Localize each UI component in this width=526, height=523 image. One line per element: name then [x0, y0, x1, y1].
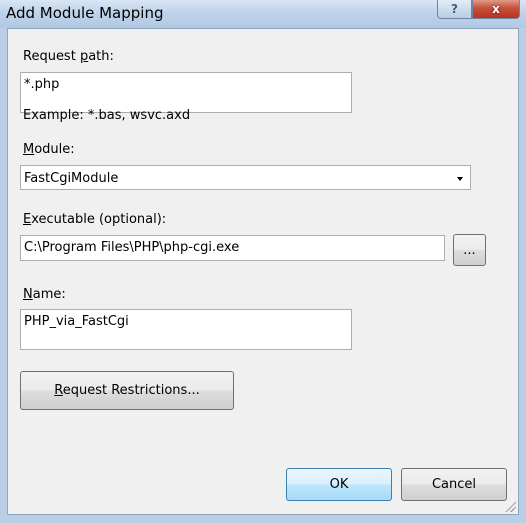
ok-button[interactable]: OK: [286, 468, 392, 501]
resize-grip-icon[interactable]: [504, 500, 516, 512]
browse-button-label: ...: [463, 242, 476, 258]
executable-accesskey: E: [23, 212, 32, 227]
request-path-accesskey: p: [79, 49, 89, 64]
module-accesskey: M: [23, 142, 35, 157]
name-accesskey: N: [23, 287, 33, 302]
ok-button-label: OK: [329, 477, 349, 492]
executable-input[interactable]: C:\Program Files\PHP\php-cgi.exe: [20, 235, 445, 261]
module-select[interactable]: FastCgiModule: [20, 165, 471, 190]
cancel-button[interactable]: Cancel: [401, 468, 507, 501]
executable-value: C:\Program Files\PHP\php-cgi.exe: [24, 240, 240, 255]
name-input[interactable]: PHP_via_FastCgi: [20, 309, 352, 350]
request-path-label-text-end: ath:: [88, 49, 114, 64]
request-path-label-text: Request: [23, 49, 80, 64]
module-selected-value: FastCgiModule: [24, 171, 119, 186]
dialog-body: Request path: *.php Example: *.bas, wsvc…: [7, 28, 519, 515]
request-restrictions-button[interactable]: Request Restrictions...: [20, 371, 234, 410]
request-restrictions-label: Request Restrictions...: [54, 383, 199, 398]
executable-label: Executable (optional):: [23, 212, 166, 227]
request-path-value: *.php: [24, 77, 60, 92]
window-title: Add Module Mapping: [6, 4, 164, 22]
name-label: Name:: [23, 287, 66, 302]
name-value: PHP_via_FastCgi: [24, 314, 129, 329]
request-path-example: Example: *.bas, wsvc.axd: [23, 108, 191, 123]
chevron-down-icon: [457, 177, 463, 181]
executable-label-text: xecutable (optional):: [31, 212, 167, 227]
cancel-button-label: Cancel: [431, 477, 477, 492]
title-bar[interactable]: Add Module Mapping ? x: [0, 0, 526, 28]
close-button[interactable]: x: [472, 0, 520, 19]
request-path-input[interactable]: *.php: [20, 72, 352, 113]
request-path-label: Request path:: [23, 49, 114, 64]
module-label-text: odule:: [34, 142, 75, 157]
name-label-text: ame:: [32, 287, 66, 302]
request-restrictions-accesskey: R: [54, 383, 63, 398]
browse-button[interactable]: ...: [453, 234, 486, 266]
request-restrictions-label-text: equest Restrictions...: [62, 383, 200, 398]
help-icon: ?: [451, 2, 458, 16]
module-label: Module:: [23, 142, 75, 157]
help-button[interactable]: ?: [437, 0, 472, 19]
close-icon: x: [492, 2, 500, 16]
